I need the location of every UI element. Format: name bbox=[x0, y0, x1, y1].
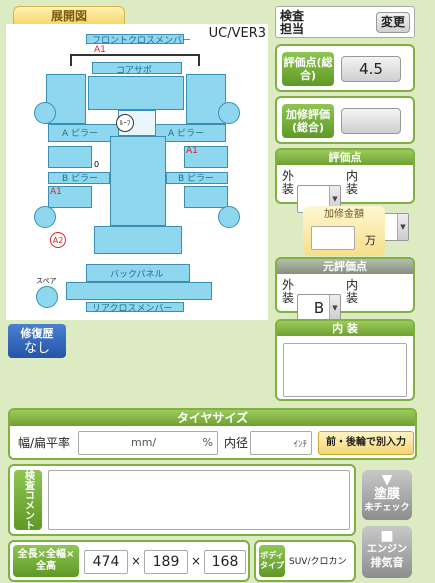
dimensions-panel: 全長×全幅×全高 474 × 189 × 168 bbox=[8, 540, 250, 582]
roof-mark: ﾙｰﾌ bbox=[116, 114, 134, 132]
part-roof[interactable] bbox=[110, 136, 166, 226]
part-b-pillar-right-label: B ピラー bbox=[178, 174, 215, 184]
tire-inch-unit: ｲﾝﾁ bbox=[293, 440, 307, 450]
model-label: UC/VER3 bbox=[208, 26, 266, 41]
added-score-panel: 加修評価(総合) bbox=[275, 96, 415, 144]
original-points-panel: 元評価点 外装 B▼ 内装 B▼ bbox=[275, 257, 415, 350]
original-interior-label: 内装 bbox=[345, 278, 358, 305]
length-input[interactable]: 474 bbox=[84, 550, 128, 574]
dim-sep-1: × bbox=[131, 554, 142, 568]
part-rear-cross-label: リアクロスメンバー bbox=[92, 304, 173, 314]
repair-history-label: 修復歴 bbox=[20, 327, 54, 340]
engine-icon: ■ bbox=[380, 528, 394, 544]
repair-amount-box: 加修金額 万 bbox=[303, 206, 385, 256]
chevron-down-icon: ▼ bbox=[397, 214, 408, 240]
score-label-text: 評価点(総合) bbox=[283, 56, 333, 82]
interior-textarea[interactable] bbox=[283, 343, 407, 397]
tire-width-input[interactable]: mm/ % bbox=[78, 431, 218, 455]
added-score-label: 加修評価(総合) bbox=[282, 104, 334, 138]
zero-mark: 0 bbox=[94, 160, 100, 169]
tire-header: タイヤサイズ bbox=[10, 410, 415, 426]
score-panel: 評価点(総合) 4.5 bbox=[275, 44, 415, 92]
body-type-label: ボディタイプ bbox=[259, 545, 285, 577]
tire-rim-label: 内径 bbox=[224, 436, 249, 450]
repair-history-badge: 修復歴 なし bbox=[8, 324, 66, 358]
body-type-label-text: ボディタイプ bbox=[260, 551, 284, 570]
repair-amount-label: 加修金額 bbox=[324, 209, 364, 220]
inspector-change-button[interactable]: 変更 bbox=[376, 12, 410, 33]
part-left-front-door[interactable] bbox=[48, 146, 92, 168]
score-value-button[interactable]: 4.5 bbox=[341, 56, 401, 82]
tire-separate-button[interactable]: 前・後輪で別入力 bbox=[318, 431, 414, 455]
wheel-spare[interactable] bbox=[36, 286, 58, 308]
wheel-rear-left[interactable] bbox=[34, 206, 56, 228]
comment-panel: 検査コメント bbox=[8, 464, 356, 536]
tire-mm-unit: mm/ bbox=[131, 436, 157, 449]
part-right-rear-door[interactable] bbox=[184, 186, 228, 208]
original-exterior-label: 外装 bbox=[281, 278, 294, 305]
score-label: 評価点(総合) bbox=[282, 52, 334, 86]
part-trunk[interactable] bbox=[94, 226, 182, 254]
part-b-pillar-left-label: B ピラー bbox=[62, 174, 99, 184]
tire-width-label: 幅/扁平率 bbox=[18, 436, 71, 450]
added-score-value-button[interactable] bbox=[341, 108, 401, 134]
body-type-value: SUV/クロカン bbox=[289, 557, 347, 567]
spare-label: スペア bbox=[36, 277, 57, 285]
interior-header: 内 装 bbox=[277, 321, 413, 336]
engine-button-label: エンジン bbox=[367, 544, 407, 555]
eval-points-header: 評価点 bbox=[277, 150, 413, 165]
part-front-cross-label: フロントクロスメンバー bbox=[92, 36, 192, 46]
chevron-down-icon: ▼ bbox=[329, 295, 340, 321]
part-a-pillar-right-label: A ピラー bbox=[168, 129, 205, 139]
eval-exterior-label: 外装 bbox=[281, 169, 294, 196]
vehicle-diagram[interactable]: UC/VER3 フロントクロスメンバー A1 コアサポ A ピラー A ピラー … bbox=[6, 24, 268, 320]
wheel-front-left[interactable] bbox=[34, 102, 56, 124]
engine-button-sublabel: 排気音 bbox=[370, 556, 404, 569]
damage-mark-a2-left: A2 bbox=[50, 232, 66, 248]
wheel-rear-right[interactable] bbox=[218, 206, 240, 228]
paint-button-sublabel: 未チェック bbox=[364, 503, 410, 513]
wheel-front-right[interactable] bbox=[218, 102, 240, 124]
repair-history-value: なし bbox=[23, 341, 50, 356]
original-exterior-value: B bbox=[313, 299, 325, 317]
paint-check-button[interactable]: ▼ 塗膜 未チェック bbox=[362, 470, 412, 520]
engine-sound-button[interactable]: ■ エンジン 排気音 bbox=[362, 526, 412, 578]
part-a-pillar-left-label: A ピラー bbox=[62, 129, 99, 139]
dimensions-label: 全長×全幅×全高 bbox=[13, 545, 79, 577]
dim-sep-2: × bbox=[191, 554, 202, 568]
width-input[interactable]: 189 bbox=[144, 550, 188, 574]
damage-mark-a1-right: A1 bbox=[186, 146, 198, 156]
part-rear-bumper[interactable] bbox=[66, 282, 212, 300]
repair-amount-unit: 万 bbox=[365, 234, 376, 247]
comment-label: 検査コメント bbox=[14, 470, 42, 530]
tire-pct-unit: % bbox=[202, 436, 213, 449]
added-score-label-text: 加修評価(総合) bbox=[286, 108, 330, 134]
dimensions-label-text: 全長×全幅×全高 bbox=[17, 549, 75, 572]
tire-rim-input[interactable]: ｲﾝﾁ bbox=[250, 431, 312, 455]
inspector-label: 検査担当 bbox=[280, 9, 305, 36]
height-input[interactable]: 168 bbox=[204, 550, 246, 574]
repair-amount-input[interactable] bbox=[311, 226, 355, 250]
tire-panel: タイヤサイズ 幅/扁平率 mm/ % 内径 ｲﾝﾁ 前・後輪で別入力 bbox=[8, 408, 417, 460]
part-core-support-label: コアサポ bbox=[116, 66, 153, 76]
eval-interior-label: 内装 bbox=[345, 169, 358, 196]
part-hood[interactable] bbox=[88, 76, 184, 110]
part-back-panel-label: バックパネル bbox=[110, 270, 164, 280]
damage-mark-a1-left: A1 bbox=[50, 187, 62, 197]
diagram-tab[interactable]: 展開図 bbox=[13, 6, 125, 26]
comment-textarea[interactable] bbox=[48, 470, 350, 530]
original-points-header: 元評価点 bbox=[277, 259, 413, 274]
interior-panel: 内 装 bbox=[275, 319, 415, 401]
paint-icon: ▼ bbox=[381, 472, 393, 488]
inspector-row: 検査担当 変更 bbox=[275, 6, 415, 38]
paint-button-label: 塗膜 bbox=[373, 487, 400, 502]
body-type-panel: ボディタイプ SUV/クロカン bbox=[254, 540, 356, 582]
comment-label-text: 検査コメント bbox=[22, 470, 34, 530]
original-exterior-select[interactable]: B ▼ bbox=[297, 294, 341, 322]
eval-points-panel: 評価点 外装 ▼ 内装 ▼ bbox=[275, 148, 415, 241]
